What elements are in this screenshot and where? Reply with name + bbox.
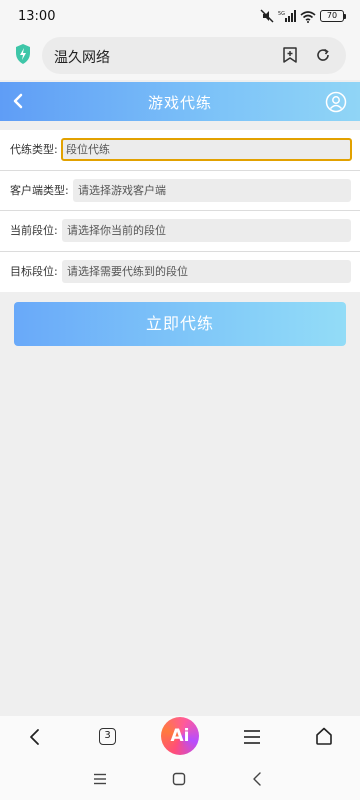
client-select[interactable]: 请选择游戏客户端 (73, 178, 351, 202)
url-title[interactable]: 温久网络 (54, 47, 110, 67)
home-icon[interactable] (314, 726, 334, 746)
ai-icon[interactable]: Ai (161, 717, 199, 755)
form-row-current-rank: 当前段位: 请选择你当前的段位 (0, 211, 360, 252)
menu-icon[interactable] (243, 729, 261, 745)
status-icons: 5G 70 (260, 9, 346, 23)
add-bookmark-icon[interactable] (281, 46, 299, 64)
shield-icon[interactable] (14, 43, 32, 65)
page-title: 游戏代练 (147, 94, 212, 112)
form-row-client: 客户端类型: 请选择游戏客户端 (0, 171, 360, 211)
wifi-icon (300, 10, 316, 23)
user-icon[interactable] (325, 91, 347, 113)
browser-address-bar: 温久网络 (0, 34, 360, 80)
refresh-icon[interactable] (314, 46, 332, 64)
type-label: 代练类型: (10, 143, 58, 156)
signal-5g-icon: 5G (278, 10, 296, 22)
type-select[interactable]: 段位代练 (61, 138, 352, 161)
no-sound-icon (260, 9, 274, 23)
system-nav-bar (0, 760, 360, 800)
boost-form: 代练类型: 段位代练 客户端类型: 请选择游戏客户端 当前段位: 请选择你当前的… (0, 130, 360, 292)
system-back-icon[interactable] (252, 771, 262, 787)
current-rank-label: 当前段位: (10, 224, 58, 237)
submit-button[interactable]: 立即代练 (14, 302, 346, 346)
home-square-icon[interactable] (172, 772, 186, 786)
system-menu-icon[interactable] (93, 773, 107, 785)
battery-icon: 70 (320, 10, 346, 22)
target-rank-select[interactable]: 请选择需要代练到的段位 (62, 259, 351, 283)
current-rank-select[interactable]: 请选择你当前的段位 (62, 219, 351, 242)
tabs-icon[interactable]: 3 (99, 728, 116, 745)
status-time: 13:00 (18, 9, 56, 24)
target-rank-label: 目标段位: (10, 264, 58, 278)
back-icon[interactable] (28, 727, 42, 747)
svg-text:5G: 5G (278, 11, 285, 17)
status-bar: 13:00 5G 70 (0, 0, 360, 34)
url-pill[interactable]: 温久网络 (42, 37, 346, 74)
browser-bottom-nav: 3 Ai (0, 716, 360, 760)
client-label: 客户端类型: (10, 183, 69, 197)
app-header: 游戏代练 (0, 82, 360, 121)
form-row-target-rank: 目标段位: 请选择需要代练到的段位 (0, 252, 360, 293)
form-row-type: 代练类型: 段位代练 (0, 130, 360, 171)
